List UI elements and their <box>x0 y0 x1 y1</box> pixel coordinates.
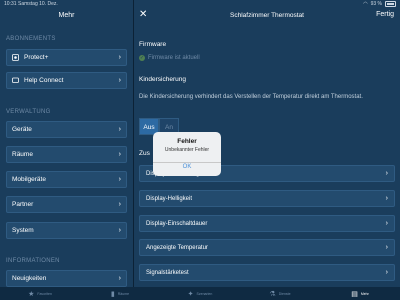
sidebar-item-geraete[interactable]: Geräte › <box>6 121 127 138</box>
sidebar-title: Mehr <box>58 12 75 19</box>
alert-divider <box>153 162 221 163</box>
sidebar-item-system[interactable]: System › <box>6 222 127 239</box>
chevron-right-icon: › <box>385 170 388 177</box>
sidebar-item-label: System <box>12 227 34 234</box>
wifi-icon: ◠ <box>363 1 368 7</box>
tab-label: Räume <box>117 291 130 296</box>
chevron-right-icon: › <box>385 244 388 251</box>
alert-title: Fehler <box>177 138 197 145</box>
childlock-description: Die Kindersicherung verhindert das Verst… <box>139 94 363 100</box>
tab-bar: ★ Favoriten ▮ Räume ✦ Szenarien ⚗ Dienst… <box>0 287 400 300</box>
section-title-partial: Zus <box>139 150 150 157</box>
chevron-right-icon: › <box>118 176 121 183</box>
tab-label: Mehr <box>360 291 369 296</box>
sidebar-item-label: Geräte <box>12 126 32 133</box>
chevron-right-icon: › <box>118 201 121 208</box>
section-header-informationen: INFORMATIONEN <box>6 258 60 264</box>
sidebar-item-protect[interactable]: Protect+ › <box>6 49 127 66</box>
row-label: Display-Helligkeit <box>146 195 193 202</box>
alert-ok-button[interactable]: OK <box>153 164 221 170</box>
row-label: Angezeigte Temperatur <box>146 244 208 251</box>
sidebar: Mehr ABONNEMENTS Protect+ › Help Connect… <box>0 0 134 287</box>
chevron-right-icon: › <box>118 151 121 158</box>
chevron-right-icon: › <box>118 77 121 84</box>
tab-label: Favoriten <box>37 291 52 296</box>
star-icon: ★ <box>28 290 35 298</box>
wand-icon: ✦ <box>187 290 194 298</box>
shield-icon <box>12 54 19 61</box>
tab-szenarien[interactable]: ✦ Szenarien <box>160 287 240 300</box>
sidebar-item-label: Protect+ <box>24 54 49 61</box>
chevron-right-icon: › <box>118 126 121 133</box>
tab-label: Dienste <box>278 291 291 296</box>
chevron-right-icon: › <box>385 269 388 276</box>
done-button[interactable]: Fertig <box>376 11 394 18</box>
tab-label: Szenarien <box>196 291 213 296</box>
chevron-right-icon: › <box>118 54 121 61</box>
chevron-right-icon: › <box>118 275 121 282</box>
firmware-status: ✓ Firmware ist aktuell <box>139 55 200 61</box>
sidebar-item-label: Räume <box>12 151 33 158</box>
row-label: Signalstärketest <box>146 269 189 276</box>
tab-dienste[interactable]: ⚗ Dienste <box>240 287 320 300</box>
sidebar-item-mobilgeraete[interactable]: Mobilgeräte › <box>6 171 127 188</box>
error-alert: Fehler Unbekannter Fehler OK <box>153 132 221 176</box>
battery-percent: 93 % <box>370 1 382 7</box>
sidebar-item-label: Help Connect <box>24 77 64 84</box>
chevron-right-icon: › <box>385 195 388 202</box>
sidebar-item-neuigkeiten[interactable]: Neuigkeiten › <box>6 270 127 287</box>
sidebar-item-help-connect[interactable]: Help Connect › <box>6 72 127 89</box>
status-bar: 10:31 Samstag 10. Dez. ◠ 93 % <box>0 0 400 8</box>
page-title: Schlafzimmer Thermostat <box>230 12 304 19</box>
sidebar-item-label: Mobilgeräte <box>12 176 46 183</box>
navbar: ✕ Schlafzimmer Thermostat Fertig <box>134 8 400 24</box>
settings-row-display-brightness[interactable]: Display-Helligkeit › <box>139 190 395 207</box>
status-right: ◠ 93 % <box>363 1 396 7</box>
settings-row-signal-test[interactable]: Signalstärketest › <box>139 264 395 281</box>
section-header-abonnements: ABONNEMENTS <box>6 36 56 42</box>
door-icon: ▮ <box>110 290 115 298</box>
settings-row-display-duration[interactable]: Display-Einschaltdauer › <box>139 215 395 232</box>
sidebar-item-label: Neuigkeiten <box>12 275 47 282</box>
check-icon: ✓ <box>139 55 145 61</box>
battery-icon <box>385 1 396 7</box>
alert-message: Unbekannter Fehler <box>164 147 210 153</box>
settings-row-shown-temperature[interactable]: Angezeigte Temperatur › <box>139 239 395 256</box>
status-time: 10:31 <box>4 1 17 7</box>
flask-icon: ⚗ <box>269 290 276 298</box>
tab-raeume[interactable]: ▮ Räume <box>80 287 160 300</box>
firmware-title: Firmware <box>139 41 167 48</box>
chevron-right-icon: › <box>385 220 388 227</box>
childlock-title: Kindersicherung <box>139 76 186 83</box>
sidebar-item-raeume[interactable]: Räume › <box>6 146 127 163</box>
sidebar-item-partner[interactable]: Partner › <box>6 196 127 213</box>
tab-mehr[interactable]: ▤ Mehr <box>320 287 400 300</box>
row-label: Display-Einschaltdauer <box>146 220 208 227</box>
sidebar-item-label: Partner <box>12 201 34 208</box>
help-connect-icon <box>12 77 19 84</box>
chevron-right-icon: › <box>118 227 121 234</box>
tab-favoriten[interactable]: ★ Favoriten <box>0 287 80 300</box>
firmware-status-text: Firmware ist aktuell <box>148 55 200 61</box>
status-date: Samstag 10. Dez. <box>18 1 58 7</box>
section-header-verwaltung: VERWALTUNG <box>6 109 51 115</box>
more-icon: ▤ <box>351 290 358 298</box>
